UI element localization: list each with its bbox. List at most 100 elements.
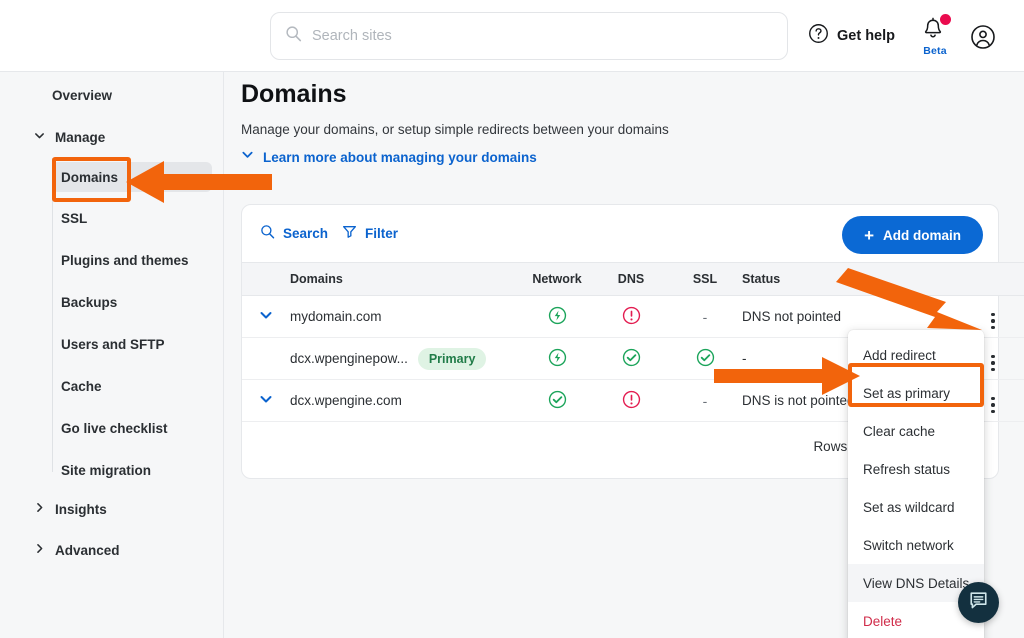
- ssl-ok-check-icon: [696, 348, 715, 367]
- global-search-box[interactable]: [270, 12, 788, 60]
- col-expand: [242, 263, 290, 296]
- col-actions: [962, 263, 1024, 296]
- sidebar-item-domains[interactable]: Domains: [52, 162, 212, 192]
- menu-item-set-as-wildcard[interactable]: Set as wildcard: [848, 488, 984, 526]
- plus-icon: +: [864, 227, 874, 244]
- search-icon: [260, 224, 275, 242]
- menu-item-refresh-status[interactable]: Refresh status: [848, 450, 984, 488]
- menu-item-add-redirect[interactable]: Add redirect: [848, 336, 984, 374]
- sidebar-group-label: Advanced: [55, 543, 120, 558]
- sidebar-item-label: Backups: [52, 295, 117, 310]
- question-circle-icon: [808, 23, 829, 49]
- sidebar-group-advanced[interactable]: Advanced: [34, 541, 120, 559]
- chat-bubble-icon: [968, 590, 989, 616]
- col-dns: DNS: [594, 263, 668, 296]
- menu-item-clear-cache[interactable]: Clear cache: [848, 412, 984, 450]
- sidebar-group-manage[interactable]: Manage: [34, 128, 105, 146]
- learn-more-link[interactable]: Learn more about managing your domains: [241, 148, 537, 166]
- sidebar-item-label: Plugins and themes: [52, 253, 189, 268]
- user-circle-icon: [970, 37, 996, 54]
- page-title: Domains: [241, 80, 347, 109]
- row-domain-cell: dcx.wpenginepow... Primary: [290, 338, 520, 380]
- sidebar-item-site-migration[interactable]: Site migration: [52, 455, 212, 485]
- sidebar-group-insights[interactable]: Insights: [34, 500, 107, 518]
- sidebar-item-ssl[interactable]: SSL: [52, 203, 212, 233]
- menu-item-switch-network[interactable]: Switch network: [848, 526, 984, 564]
- app-root: Get help Beta Ov: [0, 0, 1024, 638]
- card-toolbar: Search Filter + Add domain: [242, 205, 998, 262]
- table-header-row: Domains Network DNS SSL Status: [242, 263, 1024, 296]
- expand-row-chevron-down-icon[interactable]: [259, 394, 273, 409]
- row-network-cell: [520, 338, 594, 380]
- chevron-down-icon: [34, 128, 45, 146]
- sidebar-item-label: Cache: [52, 379, 102, 394]
- row-expand-cell: [242, 296, 290, 338]
- col-network: Network: [520, 263, 594, 296]
- add-domain-label: Add domain: [883, 228, 961, 243]
- sidebar-item-label: Go live checklist: [52, 421, 168, 436]
- top-header-bar: Get help Beta: [0, 0, 1024, 72]
- chevron-right-icon: [34, 500, 45, 518]
- ssl-empty-value: -: [703, 309, 708, 325]
- row-dns-cell: [594, 296, 668, 338]
- domain-name: mydomain.com: [290, 309, 382, 324]
- col-domains: Domains: [290, 263, 520, 296]
- row-network-cell: [520, 296, 594, 338]
- get-help-button[interactable]: Get help: [808, 22, 895, 50]
- menu-item-set-as-primary[interactable]: Set as primary: [848, 374, 984, 412]
- network-ok-bolt-icon: [548, 306, 567, 325]
- search-icon: [285, 25, 302, 47]
- sidebar-item-users-and-sftp[interactable]: Users and SFTP: [52, 329, 212, 359]
- network-ok-bolt-icon: [548, 348, 567, 367]
- add-domain-button[interactable]: + Add domain: [842, 216, 983, 254]
- support-chat-button[interactable]: [958, 582, 999, 623]
- row-expand-cell: [242, 338, 290, 380]
- chevron-down-icon: [241, 148, 254, 166]
- search-button-label: Search: [283, 226, 328, 241]
- dns-alert-icon: [622, 306, 641, 325]
- chevron-right-icon: [34, 541, 45, 559]
- sidebar-group-label: Insights: [55, 502, 107, 517]
- sidebar-item-plugins-and-themes[interactable]: Plugins and themes: [52, 245, 212, 275]
- row-dns-cell: [594, 338, 668, 380]
- row-domain-cell: mydomain.com: [290, 296, 520, 338]
- row-kebab-menu-icon[interactable]: [991, 397, 995, 414]
- network-ok-check-icon: [548, 390, 567, 409]
- table-header: Domains Network DNS SSL Status: [242, 263, 1024, 296]
- sidebar-item-label: Site migration: [52, 463, 151, 478]
- left-sidebar: Overview Manage Domains SSL Plugins and …: [0, 72, 224, 638]
- search-button[interactable]: Search: [260, 224, 328, 242]
- get-help-label: Get help: [837, 28, 895, 44]
- funnel-icon: [342, 224, 357, 242]
- dns-ok-check-icon: [622, 348, 641, 367]
- beta-badge: Beta: [916, 45, 954, 57]
- notification-dot-icon: [940, 14, 951, 25]
- domain-name: dcx.wpengine.com: [290, 393, 402, 408]
- col-status: Status: [742, 263, 962, 296]
- page-description: Manage your domains, or setup simple red…: [241, 122, 669, 137]
- sidebar-item-backups[interactable]: Backups: [52, 287, 212, 317]
- primary-badge: Primary: [418, 348, 487, 370]
- row-kebab-menu-icon[interactable]: [991, 313, 995, 330]
- sidebar-item-label: SSL: [52, 211, 87, 226]
- ssl-empty-value: -: [703, 393, 708, 409]
- sidebar-item-cache[interactable]: Cache: [52, 371, 212, 401]
- sidebar-item-label: Users and SFTP: [52, 337, 165, 352]
- row-ssl-cell: [668, 338, 742, 380]
- sidebar-item-overview[interactable]: Overview: [52, 88, 112, 103]
- expand-row-chevron-down-icon[interactable]: [259, 310, 273, 325]
- col-ssl: SSL: [668, 263, 742, 296]
- row-ssl-cell: -: [668, 296, 742, 338]
- learn-more-label: Learn more about managing your domains: [263, 150, 537, 165]
- search-input[interactable]: [312, 28, 773, 44]
- sidebar-item-go-live-checklist[interactable]: Go live checklist: [52, 413, 212, 443]
- filter-button-label: Filter: [365, 226, 398, 241]
- sidebar-group-label: Manage: [55, 130, 105, 145]
- dns-alert-icon: [622, 390, 641, 409]
- sidebar-item-label: Domains: [52, 170, 118, 185]
- filter-button[interactable]: Filter: [342, 224, 398, 242]
- account-avatar-button[interactable]: [970, 24, 996, 50]
- row-kebab-menu-icon[interactable]: [991, 355, 995, 372]
- domain-name: dcx.wpenginepow...: [290, 351, 408, 366]
- notifications-button[interactable]: Beta: [916, 14, 954, 60]
